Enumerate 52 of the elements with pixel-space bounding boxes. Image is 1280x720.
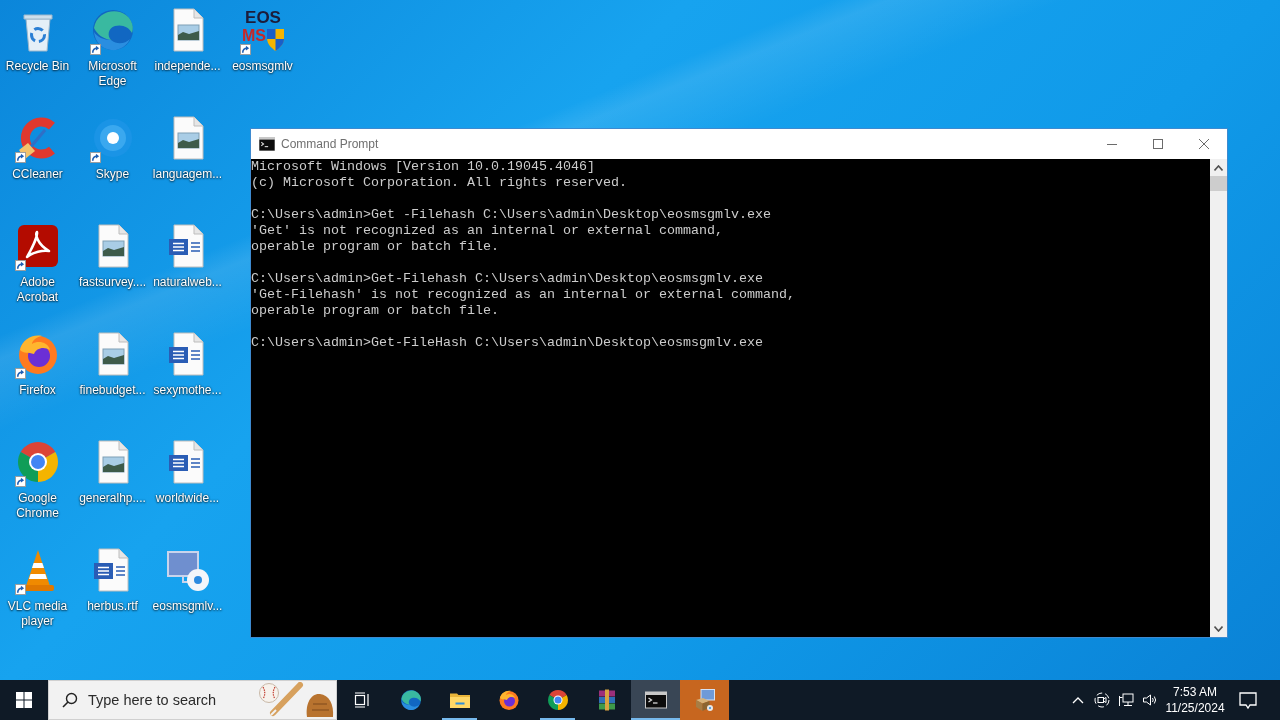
desktop-icon-label[interactable]: VLC media player xyxy=(0,599,75,629)
desktop-icon-label[interactable]: eosmsgmlv... xyxy=(152,599,223,614)
console-line: C:\Users\admin>Get -Filehash C:\Users\admin\Desktop\eosmsgmlv.exe xyxy=(251,207,771,223)
console-line: 'Get' is not recognized as an internal or external command, xyxy=(251,223,723,239)
desktop-icon-label[interactable]: worldwide... xyxy=(155,491,220,506)
desktop-icon-label[interactable]: finebudget... xyxy=(79,383,146,398)
browser-icon xyxy=(398,688,423,712)
caret-up-icon[interactable] xyxy=(1214,165,1223,171)
terminal-icon xyxy=(643,688,668,712)
clock-date[interactable]: 11/25/2024 xyxy=(1165,700,1225,716)
desktop-icon-label[interactable]: sexymothe... xyxy=(153,383,222,398)
clock-time[interactable]: 7:53 AM xyxy=(1173,684,1217,700)
desktop-icon-label[interactable]: independe... xyxy=(154,59,221,74)
volume-icon xyxy=(1142,692,1158,708)
window-title: Command Prompt xyxy=(281,137,379,151)
desktop-icon-label[interactable]: Adobe Acrobat xyxy=(0,275,75,305)
desktop-icon-label[interactable]: languagem... xyxy=(152,167,223,182)
desktop-icon-label[interactable]: Google Chrome xyxy=(0,491,75,521)
console-line: Microsoft Windows [Version 10.0.19045.4046] xyxy=(251,159,595,175)
network-icon xyxy=(1118,692,1134,708)
desktop-icon-label[interactable]: fastsurvey.... xyxy=(78,275,147,290)
terminal-icon xyxy=(259,137,275,151)
browser-icon xyxy=(545,688,570,712)
console-line: C:\Users\admin>Get-Filehash C:\Users\admin\Desktop\eosmsgmlv.exe xyxy=(251,271,763,287)
desktop-icon-label[interactable]: generalhp.... xyxy=(79,491,146,506)
console-line: C:\Users\admin>Get-FileHash C:\Users\admin\Desktop\eosmsgmlv.exe xyxy=(251,335,763,351)
windows-logo-icon xyxy=(16,692,32,708)
scrollbar-thumb[interactable] xyxy=(1210,176,1227,191)
close-icon xyxy=(1199,139,1209,149)
scrollbar[interactable] xyxy=(1210,159,1227,637)
maximize-icon xyxy=(1153,139,1163,149)
task-view-icon xyxy=(352,691,371,709)
app-logo[interactable]: EOS MS xyxy=(238,6,287,54)
console-line: operable program or batch file. xyxy=(251,303,499,319)
desktop-icon-label[interactable]: naturalweb... xyxy=(153,275,222,290)
caret-down-icon[interactable] xyxy=(1214,626,1223,632)
desktop-icon-label[interactable]: CCleaner xyxy=(12,167,63,182)
desktop-icon-label[interactable]: Microsoft Edge xyxy=(75,59,150,89)
desktop-icon-label[interactable]: eosmsgmlv xyxy=(232,59,293,74)
camera-icon xyxy=(1094,692,1110,708)
console-line: (c) Microsoft Corporation. All rights reserved. xyxy=(251,175,627,191)
search-field[interactable]: Type here to search xyxy=(48,680,337,720)
console-line: 'Get-Filehash' is not recognized as an internal or external command, xyxy=(251,287,795,303)
baseball-bat-icon xyxy=(257,682,335,718)
search-icon xyxy=(62,692,78,708)
notification-icon xyxy=(1238,690,1258,710)
desktop-icon-label[interactable]: herbus.rtf xyxy=(87,599,138,614)
desktop-icon-label[interactable]: Recycle Bin xyxy=(5,59,70,74)
desktop-icon-label[interactable]: Firefox xyxy=(19,383,56,398)
desktop-icon-label[interactable]: Skype xyxy=(95,167,130,182)
taskbar-app-button[interactable] xyxy=(631,680,680,720)
console-line: operable program or batch file. xyxy=(251,239,499,255)
